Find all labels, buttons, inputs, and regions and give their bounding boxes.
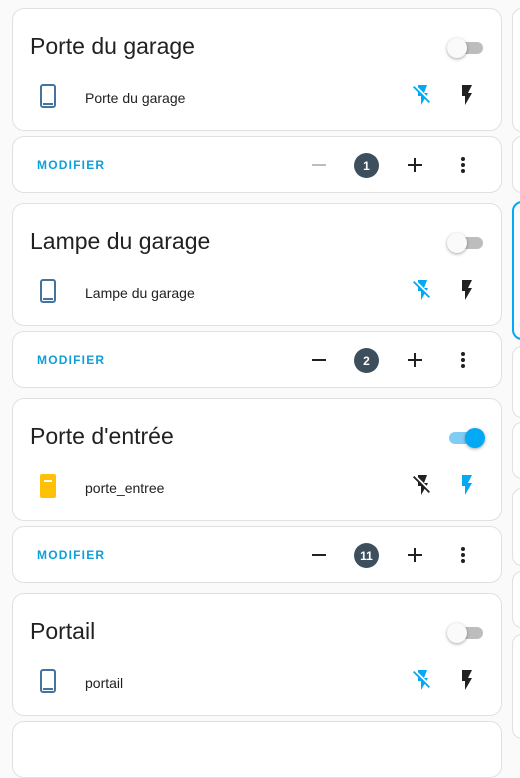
- count-badge: 2: [354, 348, 379, 373]
- modifier-button[interactable]: MODIFIER: [37, 353, 105, 367]
- count-badge: 1: [354, 153, 379, 178]
- flash-off-icon[interactable]: [411, 473, 435, 497]
- decrement-button[interactable]: [307, 348, 331, 372]
- toggle-thumb: [447, 233, 467, 253]
- modifier-button[interactable]: MODIFIER: [37, 158, 105, 172]
- adjacent-card-edge: [512, 571, 520, 628]
- entity-card: Portail portail: [12, 593, 502, 716]
- decrement-button: [307, 153, 331, 177]
- entity-card: Lampe du garage Lampe du garage: [12, 203, 502, 326]
- door-open-icon: [40, 474, 56, 498]
- flash-off-icon[interactable]: [411, 668, 435, 692]
- increment-button[interactable]: [403, 153, 427, 177]
- adjacent-card-edge: [512, 8, 520, 132]
- device-name: portail: [85, 675, 124, 691]
- device-name: Porte du garage: [85, 90, 186, 106]
- entity-card: Porte du garage Porte du garage: [12, 8, 502, 131]
- toggle-thumb: [465, 428, 485, 448]
- increment-button[interactable]: [403, 543, 427, 567]
- card-title: Porte du garage: [30, 33, 195, 59]
- more-options-icon[interactable]: [451, 153, 475, 177]
- flash-off-icon[interactable]: [411, 278, 435, 302]
- entity-card: Porte d'entrée porte_entree: [12, 398, 502, 521]
- toggle-thumb: [447, 623, 467, 643]
- adjacent-card-edge: [512, 634, 520, 739]
- flash-icon[interactable]: [455, 83, 479, 107]
- entity-toggle[interactable]: [447, 233, 485, 253]
- decrement-button[interactable]: [307, 543, 331, 567]
- device-name: Lampe du garage: [85, 285, 195, 301]
- card-actions-bar: MODIFIER 11: [12, 526, 502, 583]
- flash-icon[interactable]: [455, 668, 479, 692]
- card-actions-bar: [12, 721, 502, 778]
- entity-toggle[interactable]: [447, 623, 485, 643]
- adjacent-card-edge: [512, 136, 520, 193]
- flash-icon[interactable]: [455, 278, 479, 302]
- card-actions-bar: MODIFIER 1: [12, 136, 502, 193]
- door-closed-icon: [40, 669, 56, 693]
- adjacent-card-edge: [512, 488, 520, 566]
- increment-button[interactable]: [403, 348, 427, 372]
- entity-toggle[interactable]: [447, 38, 485, 58]
- count-badge: 11: [354, 543, 379, 568]
- flash-icon[interactable]: [455, 473, 479, 497]
- card-title: Porte d'entrée: [30, 423, 174, 449]
- door-closed-icon: [40, 279, 56, 303]
- card-title: Portail: [30, 618, 96, 644]
- flash-off-icon[interactable]: [411, 83, 435, 107]
- card-title: Lampe du garage: [30, 228, 211, 254]
- device-name: porte_entree: [85, 480, 165, 496]
- adjacent-card-edge: [512, 422, 520, 479]
- door-closed-icon: [40, 84, 56, 108]
- adjacent-card-edge-selected: [512, 201, 520, 340]
- more-options-icon[interactable]: [451, 348, 475, 372]
- more-options-icon[interactable]: [451, 543, 475, 567]
- entity-toggle[interactable]: [447, 428, 485, 448]
- card-actions-bar: MODIFIER 2: [12, 331, 502, 388]
- modifier-button[interactable]: MODIFIER: [37, 548, 105, 562]
- toggle-thumb: [447, 38, 467, 58]
- adjacent-card-edge: [512, 346, 520, 418]
